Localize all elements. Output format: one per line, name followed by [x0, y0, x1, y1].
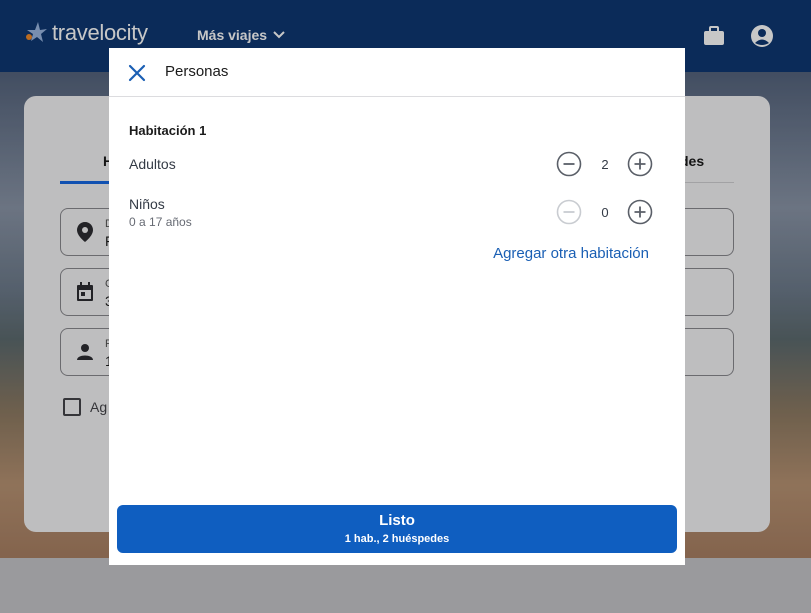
- adults-label: Adultos: [129, 156, 176, 172]
- dialog-header: Personas: [109, 48, 685, 97]
- room-title: Habitación 1: [129, 123, 207, 138]
- adults-increase-button[interactable]: [627, 151, 653, 177]
- done-label: Listo: [379, 512, 415, 529]
- rooms-guests-summary: 1 hab., 2 huéspedes: [344, 533, 450, 545]
- dialog-title: Personas: [165, 63, 229, 80]
- travelers-dialog: Personas Habitación 1 Adultos 2 Niños 0 …: [109, 48, 685, 565]
- children-age-range: 0 a 17 años: [129, 215, 192, 229]
- children-increase-button[interactable]: [627, 199, 653, 225]
- add-room-link[interactable]: Agregar otra habitación: [493, 245, 649, 262]
- children-label: Niños: [129, 196, 165, 212]
- children-count: 0: [601, 205, 609, 220]
- children-decrease-button[interactable]: [556, 199, 582, 225]
- done-button[interactable]: Listo 1 hab., 2 huéspedes: [117, 505, 677, 553]
- adults-decrease-button[interactable]: [556, 151, 582, 177]
- adults-count: 2: [601, 157, 609, 172]
- close-icon[interactable]: [126, 62, 148, 84]
